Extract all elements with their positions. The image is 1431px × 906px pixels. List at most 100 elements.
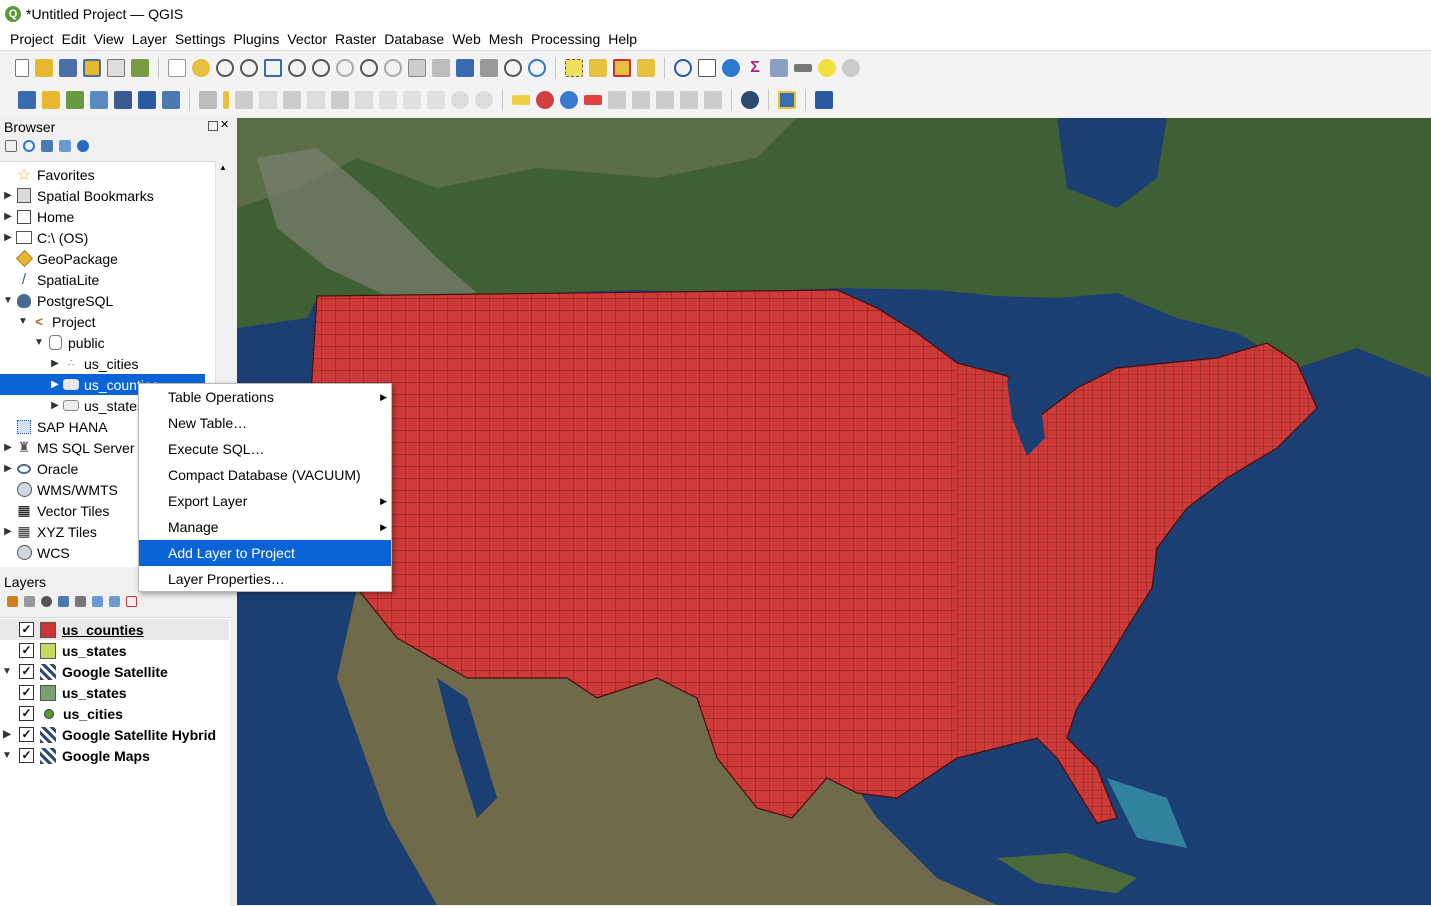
- tree-item-favorites[interactable]: ☆ Favorites: [0, 164, 230, 185]
- manage-visibility-icon[interactable]: [41, 596, 52, 607]
- menu-item-new-table[interactable]: New Table…: [139, 410, 391, 436]
- filter-legend-icon[interactable]: [58, 596, 69, 607]
- properties-info-icon[interactable]: [77, 140, 89, 152]
- label-properties-icon[interactable]: [704, 91, 722, 109]
- scroll-up-icon[interactable]: ▲: [219, 163, 227, 172]
- remove-layer-icon[interactable]: [126, 596, 137, 607]
- help-contents-icon[interactable]: [815, 91, 833, 109]
- vertex-tool-icon[interactable]: [307, 91, 325, 109]
- new-3d-map-icon[interactable]: [432, 58, 450, 77]
- open-project-icon[interactable]: [35, 58, 53, 77]
- modify-attributes-icon[interactable]: [331, 91, 349, 109]
- collapse-arrow-icon[interactable]: ▼: [34, 337, 44, 348]
- collapse-arrow-icon[interactable]: ▼: [3, 295, 13, 306]
- undo-icon[interactable]: [451, 91, 469, 109]
- expand-arrow-icon[interactable]: ▶: [3, 232, 13, 243]
- layer-visibility-checkbox[interactable]: ✓: [19, 727, 34, 742]
- bookmark-icon[interactable]: [456, 58, 474, 77]
- tree-item-us-cities[interactable]: ▶ ∴ us_cities: [0, 353, 230, 374]
- add-raster-icon[interactable]: [90, 91, 108, 109]
- style-manager-icon[interactable]: [131, 58, 149, 77]
- collapse-all-icon[interactable]: [109, 596, 120, 607]
- expand-arrow-icon[interactable]: ▶: [50, 379, 60, 390]
- diagram-icon[interactable]: [536, 91, 554, 109]
- add-vector-tiles-icon[interactable]: [162, 91, 180, 109]
- menu-raster[interactable]: Raster: [335, 31, 376, 47]
- refresh-browser-icon[interactable]: [23, 140, 35, 152]
- menu-item-export-layer[interactable]: Export Layer ▶: [139, 488, 391, 514]
- menu-web[interactable]: Web: [452, 31, 481, 47]
- menu-item-add-layer-to-project[interactable]: Add Layer to Project: [139, 540, 391, 566]
- expand-all-icon[interactable]: [92, 596, 103, 607]
- new-map-view-icon[interactable]: [408, 58, 426, 77]
- copy-features-icon[interactable]: [403, 91, 421, 109]
- menu-view[interactable]: View: [94, 31, 124, 47]
- expand-arrow-icon[interactable]: ▶: [3, 463, 13, 474]
- menu-processing[interactable]: Processing: [531, 31, 600, 47]
- annotation-icon[interactable]: [842, 58, 860, 77]
- digitize-icon[interactable]: [259, 91, 277, 109]
- layer-item-us-states[interactable]: ✓ us_states: [0, 640, 230, 661]
- menu-layer[interactable]: Layer: [132, 31, 167, 47]
- menu-plugins[interactable]: Plugins: [233, 31, 279, 47]
- deselect-icon[interactable]: [613, 58, 631, 77]
- save-project-icon[interactable]: [59, 58, 77, 77]
- zoom-native-icon[interactable]: [336, 58, 354, 77]
- collapse-arrow-icon[interactable]: ▼: [0, 666, 14, 677]
- menu-item-manage[interactable]: Manage ▶: [139, 514, 391, 540]
- menu-item-table-operations[interactable]: Table Operations ▶: [139, 384, 391, 410]
- tree-item-spatial-bookmarks[interactable]: ▶ Spatial Bookmarks: [0, 185, 230, 206]
- new-geopackage-icon[interactable]: [42, 91, 60, 109]
- redo-icon[interactable]: [475, 91, 493, 109]
- cut-features-icon[interactable]: [379, 91, 397, 109]
- menu-project[interactable]: Project: [10, 31, 54, 47]
- expand-arrow-icon[interactable]: ▶: [3, 211, 13, 222]
- panel-float-icon[interactable]: [208, 121, 218, 131]
- tree-item-postgresql[interactable]: ▼ PostgreSQL: [0, 290, 230, 311]
- processing-toolbox-icon[interactable]: [722, 58, 740, 77]
- python-console-icon[interactable]: [778, 91, 796, 109]
- delete-selected-icon[interactable]: [355, 91, 373, 109]
- layer-visibility-checkbox[interactable]: ✓: [19, 685, 34, 700]
- layer-item-google-maps[interactable]: ▼ ✓ Google Maps: [0, 745, 230, 766]
- zoom-in-icon[interactable]: [216, 58, 234, 77]
- attribute-table-icon[interactable]: [698, 58, 716, 77]
- label-toolbar-icon[interactable]: [512, 95, 530, 105]
- collapse-arrow-icon[interactable]: ▼: [0, 750, 14, 761]
- select-by-value-icon[interactable]: [589, 58, 607, 77]
- menu-item-layer-properties[interactable]: Layer Properties…: [139, 566, 391, 592]
- zoom-to-selection-icon[interactable]: [288, 58, 306, 77]
- layer-visibility-checkbox[interactable]: ✓: [19, 706, 34, 721]
- add-wms-icon[interactable]: [114, 91, 132, 109]
- pan-to-selection-icon[interactable]: [192, 58, 210, 77]
- identify-icon[interactable]: [674, 58, 692, 77]
- menu-item-execute-sql[interactable]: Execute SQL…: [139, 436, 391, 462]
- menu-database[interactable]: Database: [384, 31, 444, 47]
- map-canvas[interactable]: [237, 118, 1431, 905]
- filter-browser-icon[interactable]: [41, 140, 53, 152]
- zoom-out-icon[interactable]: [240, 58, 258, 77]
- zoom-to-layer-icon[interactable]: [312, 58, 330, 77]
- expand-arrow-icon[interactable]: ▶: [0, 729, 14, 740]
- menu-mesh[interactable]: Mesh: [489, 31, 523, 47]
- collapse-all-icon[interactable]: [59, 140, 71, 152]
- select-features-icon[interactable]: [565, 58, 583, 77]
- expand-arrow-icon[interactable]: ▶: [3, 526, 13, 537]
- add-group-icon[interactable]: [24, 596, 35, 607]
- show-hide-labels-icon[interactable]: [608, 91, 626, 109]
- menu-edit[interactable]: Edit: [62, 31, 86, 47]
- expand-arrow-icon[interactable]: ▶: [50, 358, 60, 369]
- menu-help[interactable]: Help: [608, 31, 637, 47]
- data-source-manager-icon[interactable]: [18, 91, 36, 109]
- plugin-globe-icon[interactable]: [741, 91, 759, 109]
- refresh-icon[interactable]: [528, 58, 546, 77]
- tree-item-public-schema[interactable]: ▼ public: [0, 332, 230, 353]
- select-location-icon[interactable]: [637, 58, 655, 77]
- expand-arrow-icon[interactable]: ▶: [3, 442, 13, 453]
- open-field-calc-icon[interactable]: [770, 58, 788, 77]
- tree-item-home[interactable]: ▶ Home: [0, 206, 230, 227]
- collapse-arrow-icon[interactable]: ▼: [18, 316, 28, 327]
- filter-expression-icon[interactable]: [75, 596, 86, 607]
- move-label-icon[interactable]: [632, 91, 650, 109]
- paste-features-icon[interactable]: [427, 91, 445, 109]
